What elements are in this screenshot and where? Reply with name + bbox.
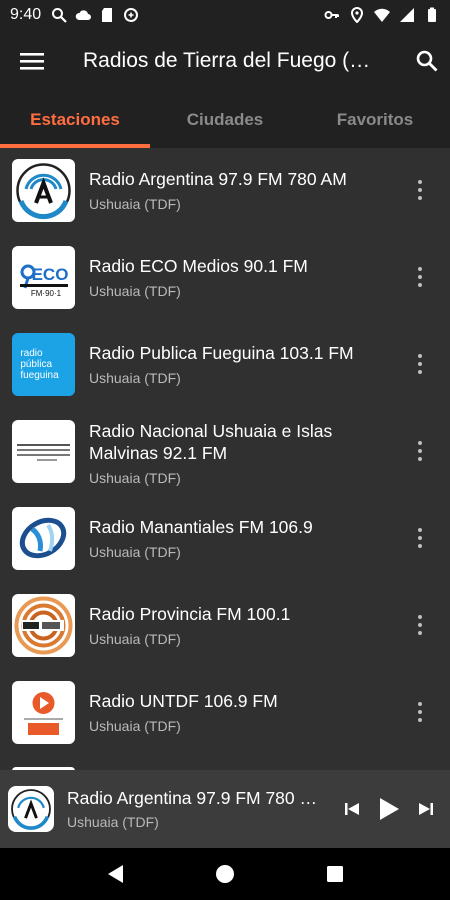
home-icon[interactable] [215,864,235,884]
more-options-button[interactable] [412,438,428,464]
station-item[interactable]: radio pública fueguina Radio Publica Fue… [0,333,450,413]
app-title: Radios de Tierra del Fuego (… [83,49,371,72]
location-icon [350,7,364,23]
search-icon [52,8,67,23]
radio-nacional-logo [12,420,75,483]
station-name: Radio ECO Medios 90.1 FM [89,256,308,276]
status-left-icons [51,7,139,23]
station-item[interactable]: Radio Argentina 97.9 FM 780 AM Ushuaia (… [0,159,450,239]
wifi-icon [374,8,390,22]
logo-text: radio pública fueguina [20,348,59,381]
svg-text:FM·90·1: FM·90·1 [31,289,62,298]
station-name: Radio Publica Fueguina 103.1 FM [89,343,354,363]
station-city: Ushuaia (TDF) [89,544,181,560]
menu-button[interactable] [0,30,64,92]
station-list: Radio Argentina 97.9 FM 780 AM Ushuaia (… [0,148,450,770]
radio-argentina-logo [12,159,75,222]
more-options-button[interactable] [412,612,428,638]
now-playing-title: Radio Argentina 97.9 FM 780 … [67,788,318,808]
tab-bar: Estaciones Ciudades Favoritos [0,92,450,148]
now-playing-city: Ushuaia (TDF) [67,814,159,830]
status-time: 9:40 [10,6,42,23]
skip-previous-button[interactable] [335,789,369,829]
vpn-icon [124,8,139,22]
search-icon [416,50,438,72]
app-bar: Radios de Tierra del Fuego (… [0,30,450,92]
radio-manantiales-logo [12,507,75,570]
station-city: Ushuaia (TDF) [89,283,181,299]
more-options-button[interactable] [412,177,428,203]
tab-estaciones[interactable]: Estaciones [0,92,150,148]
radio-provincia-logo [12,594,75,657]
station-item[interactable]: Radio Nacional Ushuaia e Islas Malvinas … [0,420,450,516]
play-icon [380,798,399,820]
status-right-icons [324,7,440,23]
radio-publica-fueguina-logo: radio pública fueguina [12,333,75,396]
cloud-icon [75,10,92,20]
search-button[interactable] [404,30,450,92]
station-item[interactable]: Radio Manantiales FM 106.9 Ushuaia (TDF) [0,507,450,587]
eco-medios-logo: ECO FM·90·1 [12,246,75,309]
station-name: Radio UNTDF 106.9 FM [89,691,278,711]
station-city: Ushuaia (TDF) [89,196,181,212]
station-city: Ushuaia (TDF) [89,370,181,386]
station-name: Radio Provincia FM 100.1 [89,604,291,624]
station-item[interactable]: Radio UNTDF 106.9 FM Ushuaia (TDF) [0,681,450,761]
mini-player[interactable]: Radio Argentina 97.9 FM 780 … Ushuaia (T… [0,770,450,848]
signal-icon [400,8,414,22]
station-city: Ushuaia (TDF) [89,631,181,647]
more-options-button[interactable] [412,525,428,551]
hamburger-menu-icon [20,53,44,70]
station-name: Radio Argentina 97.9 FM 780 AM [89,169,347,189]
more-options-button[interactable] [412,699,428,725]
skip-next-button[interactable] [409,789,443,829]
station-city: Ushuaia (TDF) [89,718,181,734]
station-name: Radio Manantiales FM 106.9 [89,517,313,537]
battery-icon [428,7,436,22]
back-icon[interactable] [106,864,124,884]
station-name: Radio Nacional Ushuaia e Islas Malvinas … [89,421,333,463]
system-nav-bar [0,848,450,900]
skip-next-icon [419,803,433,815]
skip-previous-icon [345,803,359,815]
recents-icon[interactable] [326,865,344,883]
key-icon [324,11,339,19]
now-playing-logo [8,786,54,832]
station-city: Ushuaia (TDF) [89,470,181,486]
sd-card-icon [102,8,113,22]
more-options-button[interactable] [412,351,428,377]
more-options-button[interactable] [412,264,428,290]
station-item[interactable]: Radio Provincia FM 100.1 Ushuaia (TDF) [0,594,450,674]
station-item[interactable]: ECO FM·90·1 Radio ECO Medios 90.1 FM Ush… [0,246,450,326]
play-button[interactable] [369,789,409,829]
tab-ciudades[interactable]: Ciudades [150,92,300,148]
status-bar: 9:40 [0,0,450,30]
radio-untdf-logo [12,681,75,744]
tab-favoritos[interactable]: Favoritos [300,92,450,148]
svg-text:ECO: ECO [32,265,69,284]
